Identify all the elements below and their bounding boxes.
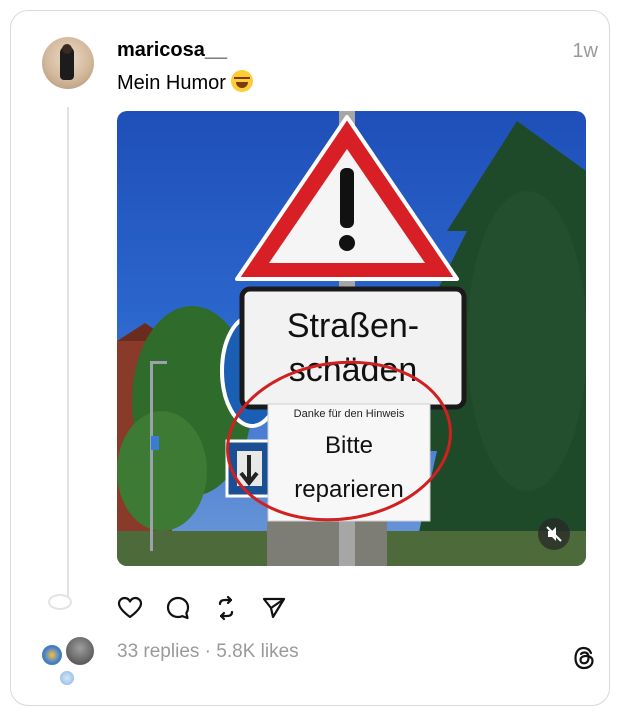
post-stats: 33 replies · 5.8K likes [117,641,299,663]
likes-count[interactable]: 5.8K likes [216,641,298,662]
heart-icon[interactable] [117,595,143,621]
repost-icon[interactable] [213,595,239,621]
reply-avatar-3 [58,669,76,687]
username[interactable]: maricosa__ [117,39,227,62]
action-bar [117,595,287,621]
stats-separator: · [204,641,211,662]
street-sign-photo: Straßen- schäden Danke für den Hinweis B… [117,111,586,566]
threads-logo-icon[interactable] [572,645,598,671]
author-avatar[interactable] [42,37,94,89]
thread-end-curl [48,594,72,610]
reply-avatars[interactable] [38,635,98,690]
muted-speaker-icon [546,526,562,542]
face-with-tears-of-joy-icon [231,70,254,92]
note-line-2: reparieren [294,476,403,503]
caption-text: Mein Humor [117,72,226,94]
share-icon[interactable] [261,595,287,621]
post-caption: Mein Humor [117,70,254,95]
note-line-1: Bitte [325,432,373,459]
thread-line [67,107,69,597]
replies-count[interactable]: 33 replies [117,641,199,662]
post-image[interactable]: Straßen- schäden Danke für den Hinweis B… [117,111,586,566]
sign-line-1: Straßen- [287,307,419,345]
post-time: 1w [572,40,598,62]
reply-avatar-1 [40,643,64,667]
reply-avatar-2 [64,635,96,667]
mute-button[interactable] [538,518,570,550]
note-small-text: Danke für den Hinweis [294,408,405,420]
comment-icon[interactable] [165,595,191,621]
